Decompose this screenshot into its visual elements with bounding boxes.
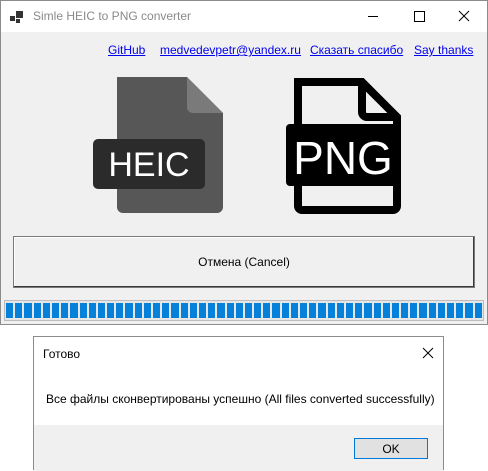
- progress-segment: [437, 303, 445, 318]
- progress-segment: [51, 303, 60, 318]
- progress-segment: [428, 303, 436, 318]
- progress-segment: [61, 303, 69, 318]
- dialog-message: Все файлы сконвертированы успешно (All f…: [46, 392, 435, 406]
- progress-segment: [125, 303, 133, 318]
- progress-segment: [24, 303, 32, 318]
- progress-segment: [70, 303, 78, 318]
- progress-segment: [373, 303, 381, 318]
- thanks-en-link[interactable]: Say thanks: [414, 43, 473, 57]
- progress-segment: [410, 303, 418, 318]
- progress-segment: [208, 303, 216, 318]
- progress-segment: [79, 303, 87, 318]
- progress-segment: [254, 303, 262, 318]
- progress-segment: [474, 303, 482, 318]
- heic-label: HEIC: [108, 146, 189, 184]
- thanks-ru-link[interactable]: Сказать спасибо: [310, 43, 403, 57]
- progress-segment: [33, 303, 41, 318]
- progress-segment: [318, 303, 326, 318]
- close-button[interactable]: [441, 1, 487, 32]
- progress-segment: [217, 303, 225, 318]
- progress-segment: [171, 303, 179, 318]
- progress-segment: [309, 303, 317, 318]
- dialog-close-button[interactable]: [412, 337, 444, 369]
- png-label: PNG: [293, 132, 393, 184]
- window-title: Simle HEIC to PNG converter: [33, 9, 192, 23]
- progress-segment: [272, 303, 280, 318]
- minimize-button[interactable]: [350, 1, 396, 32]
- progress-segment: [226, 303, 234, 318]
- minimize-icon: [368, 16, 378, 17]
- progress-segment: [465, 303, 473, 318]
- progress-segment: [180, 303, 188, 318]
- progress-segment: [244, 303, 253, 318]
- progress-segment: [6, 303, 14, 318]
- progress-segment: [401, 303, 409, 318]
- progress-segment: [456, 303, 464, 318]
- dialog-title: Готово: [43, 347, 81, 361]
- heic-file-icon: HEIC: [93, 77, 223, 213]
- progress-segment: [134, 303, 142, 318]
- progress-segment: [88, 303, 96, 318]
- png-file-icon: PNG: [286, 78, 401, 214]
- progress-segment: [235, 303, 243, 318]
- progress-segment: [300, 303, 308, 318]
- progress-segment: [364, 303, 372, 318]
- progress-segment: [162, 303, 170, 318]
- close-icon: [422, 347, 434, 359]
- progress-segment: [345, 303, 354, 318]
- progress-segment: [107, 303, 115, 318]
- progress-segment: [355, 303, 363, 318]
- progress-segment: [143, 303, 151, 318]
- ok-button[interactable]: OK: [354, 438, 428, 459]
- main-window: Simle HEIC to PNG converter GitHub medve…: [0, 0, 488, 325]
- progress-segment: [198, 303, 207, 318]
- progress-segment: [263, 303, 271, 318]
- progress-segment: [42, 303, 50, 318]
- dialog-footer: OK: [34, 425, 443, 471]
- progress-segment: [15, 303, 23, 318]
- progress-segment: [97, 303, 106, 318]
- progress-segment: [382, 303, 390, 318]
- maximize-button[interactable]: [396, 1, 442, 32]
- progress-segment: [153, 303, 161, 318]
- progress-segment: [447, 303, 455, 318]
- progress-segment: [290, 303, 298, 318]
- email-link[interactable]: medvedevpetr@yandex.ru: [160, 43, 301, 57]
- progress-segment: [391, 303, 400, 318]
- completion-dialog: Готово Все файлы сконвертированы успешно…: [33, 336, 444, 471]
- progress-segment: [419, 303, 427, 318]
- progress-segment: [336, 303, 344, 318]
- progress-bar: [4, 300, 484, 321]
- app-icon: [10, 11, 23, 23]
- progress-segment: [189, 303, 197, 318]
- progress-segment: [281, 303, 289, 318]
- maximize-icon: [414, 11, 425, 22]
- title-bar[interactable]: Simle HEIC to PNG converter: [1, 1, 487, 32]
- progress-segment: [327, 303, 335, 318]
- progress-segment: [116, 303, 124, 318]
- close-icon: [458, 10, 470, 22]
- progress-fill: [6, 303, 482, 318]
- github-link[interactable]: GitHub: [108, 43, 145, 57]
- cancel-button[interactable]: Отмена (Cancel): [13, 236, 475, 288]
